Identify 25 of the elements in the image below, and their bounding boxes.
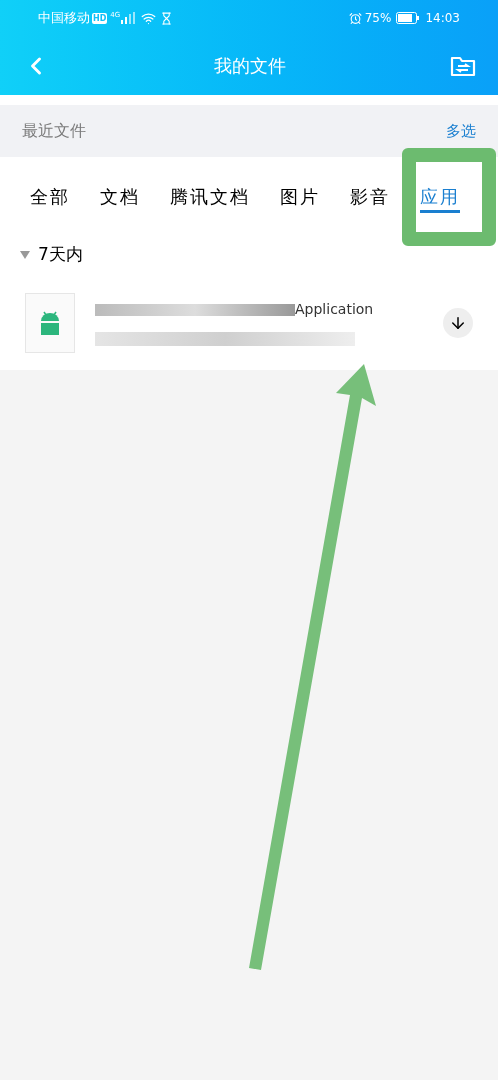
clock-time: 14:03 xyxy=(425,10,460,27)
android-icon xyxy=(39,310,61,335)
download-button[interactable] xyxy=(443,307,473,338)
carrier-label: 中国移动 xyxy=(38,9,90,28)
category-tab[interactable]: 图片 xyxy=(280,182,320,210)
battery-icon xyxy=(396,12,421,24)
category-tab[interactable]: 影音 xyxy=(350,182,390,210)
category-tab[interactable]: 文档 xyxy=(100,182,140,210)
hd-badge: HD xyxy=(92,12,108,24)
alarm-icon xyxy=(348,11,362,25)
category-tab[interactable]: 腾讯文档 xyxy=(170,182,250,210)
hourglass-icon xyxy=(160,11,174,25)
page-title: 我的文件 xyxy=(213,54,287,78)
category-tab[interactable]: 应用 xyxy=(420,179,460,213)
signal-icon xyxy=(121,12,136,24)
section-title: 最近文件 xyxy=(22,120,86,142)
file-name: Application xyxy=(295,300,374,319)
multi-select-button[interactable]: 多选 xyxy=(446,119,476,143)
battery-percent: 75% xyxy=(364,10,392,27)
category-tab[interactable]: 全部 xyxy=(30,182,70,210)
file-row[interactable]: Application xyxy=(0,275,498,370)
group-toggle[interactable]: 7天内 xyxy=(0,235,83,275)
caret-icon[interactable] xyxy=(20,251,30,259)
wifi-icon xyxy=(141,10,157,26)
folder-icon[interactable] xyxy=(450,54,476,77)
